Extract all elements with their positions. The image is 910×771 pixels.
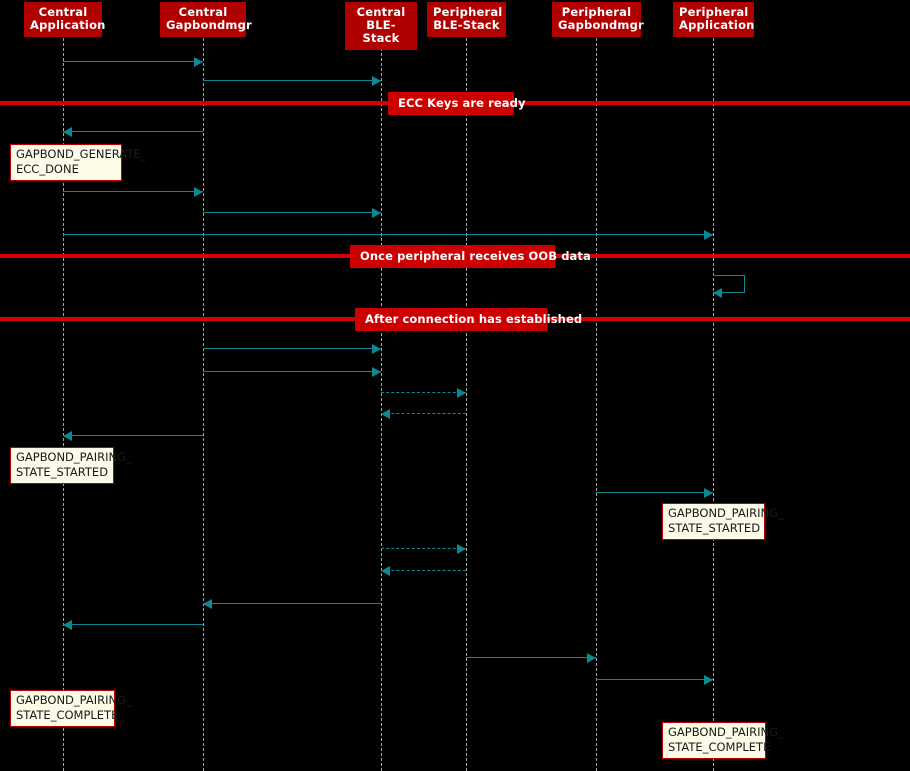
message-line-msg-6 — [63, 234, 713, 235]
message-line-msg-15 — [381, 570, 466, 571]
arrowhead-msg-1 — [194, 57, 203, 67]
arrowhead-msg-5 — [372, 208, 381, 218]
arrowhead-msg-11 — [381, 409, 390, 419]
participant-central-application[interactable]: Central Application — [24, 2, 105, 37]
participant-central-gapbondmgr[interactable]: Central Gapbondmgr — [160, 2, 252, 37]
message-line-msg-10 — [381, 392, 466, 393]
arrowhead-msg-4 — [194, 187, 203, 197]
arrowhead-msg-16 — [203, 599, 212, 609]
participant-peripheral-gapbondmgr[interactable]: Peripheral Gapbondmgr — [552, 2, 644, 37]
message-line-msg-14 — [381, 548, 466, 549]
note-gapbond-pairing-state-complete-c: GAPBOND_PAIRING_ STATE_COMPLETE — [10, 690, 132, 727]
arrowhead-msg-7 — [713, 288, 722, 298]
participant-peripheral-ble-stack[interactable]: Peripheral BLE-Stack — [427, 2, 506, 37]
arrowhead-msg-19 — [704, 675, 713, 685]
arrowhead-msg-13 — [704, 488, 713, 498]
lifeline-peripheral-ble-stack — [466, 38, 467, 771]
arrowhead-msg-18 — [587, 653, 596, 663]
lifeline-central-gapbondmgr — [203, 38, 204, 771]
message-line-msg-18 — [466, 657, 596, 658]
message-line-msg-12 — [63, 435, 203, 436]
arrowhead-msg-2 — [372, 76, 381, 86]
arrowhead-msg-3 — [63, 127, 72, 137]
message-line-msg-13 — [596, 492, 713, 493]
lifeline-peripheral-gapbondmgr — [596, 38, 597, 771]
message-line-msg-5 — [203, 212, 381, 213]
divider-oob-data-received-label: Once peripheral receives OOB data — [350, 245, 591, 268]
arrowhead-msg-6 — [704, 230, 713, 240]
divider-connection-established-label: After connection has established — [355, 308, 582, 331]
note-gapbond-pairing-state-started-c: GAPBOND_PAIRING_ STATE_STARTED — [10, 447, 132, 484]
message-line-msg-9 — [203, 371, 381, 372]
message-line-msg-19 — [596, 679, 713, 680]
message-line-msg-11 — [381, 413, 466, 414]
message-line-msg-16 — [203, 603, 381, 604]
message-line-msg-3 — [63, 131, 203, 132]
arrowhead-msg-10 — [457, 388, 466, 398]
lifeline-peripheral-application — [713, 38, 714, 771]
note-gapbond-generate-ecc-done: GAPBOND_GENERATE_ ECC_DONE — [10, 144, 146, 181]
message-line-msg-17 — [63, 624, 203, 625]
lifeline-central-ble-stack — [381, 38, 382, 771]
message-line-msg-2 — [203, 80, 381, 81]
arrowhead-msg-12 — [63, 431, 72, 441]
arrowhead-msg-15 — [381, 566, 390, 576]
participant-peripheral-application[interactable]: Peripheral Application — [673, 2, 754, 37]
message-line-msg-8 — [203, 348, 381, 349]
message-line-msg-4 — [63, 191, 203, 192]
divider-ecc-keys-ready-label: ECC Keys are ready — [388, 92, 525, 115]
message-line-msg-1 — [63, 61, 203, 62]
arrowhead-msg-14 — [457, 544, 466, 554]
note-gapbond-pairing-state-started-p: GAPBOND_PAIRING_ STATE_STARTED — [662, 503, 784, 540]
sequence-diagram-canvas: ECC Keys are ready Once peripheral receiv… — [0, 0, 910, 771]
arrowhead-msg-17 — [63, 620, 72, 630]
participant-central-ble-stack[interactable]: Central BLE-Stack — [345, 2, 417, 50]
arrowhead-msg-8 — [372, 344, 381, 354]
arrowhead-msg-9 — [372, 367, 381, 377]
note-gapbond-pairing-state-complete-p: GAPBOND_PAIRING_ STATE_COMPLETE — [662, 722, 784, 759]
